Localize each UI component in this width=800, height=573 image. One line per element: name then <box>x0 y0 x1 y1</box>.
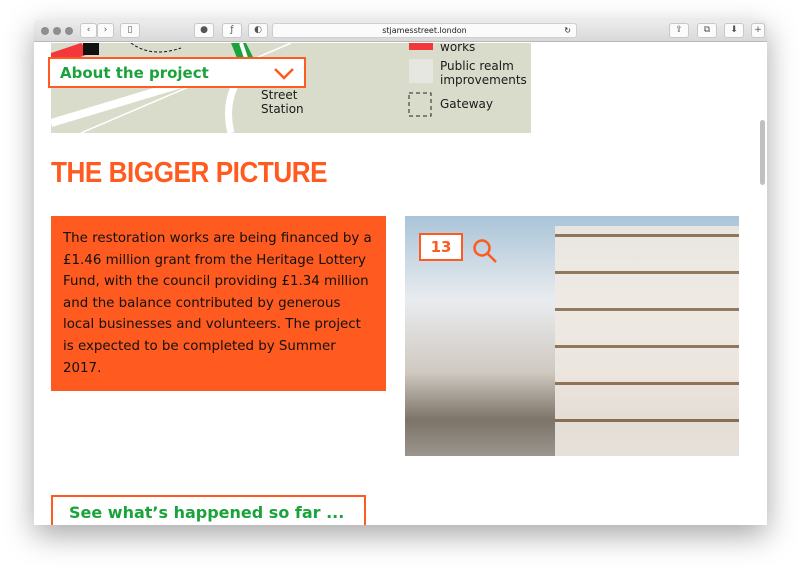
gallery-photo[interactable]: 13 <box>405 216 739 456</box>
zoom-window-button[interactable] <box>65 27 73 35</box>
browser-window: ‹ › ▯ ● ƒ ◐ stjamesstreet.london ↻ ⇪ ⧉ ⬇ … <box>34 20 767 525</box>
see-progress-link[interactable]: See what’s happened so far ... <box>51 495 366 525</box>
page-content: Street Station works Public realm improv… <box>34 43 767 525</box>
chevron-down-icon <box>274 68 294 80</box>
extension-icon[interactable]: ◐ <box>248 23 268 38</box>
section-body: The restoration works are being financed… <box>51 216 386 391</box>
sidebar-icon[interactable]: ▯ <box>120 23 140 38</box>
reload-icon[interactable]: ↻ <box>564 24 571 37</box>
adblock-icon[interactable]: ● <box>194 23 214 38</box>
station-label: Street Station <box>261 88 304 116</box>
download-icon[interactable]: ⬇ <box>724 23 744 38</box>
minimize-window-button[interactable] <box>53 27 61 35</box>
gallery-count-badge[interactable]: 13 <box>414 228 463 261</box>
tabs-icon[interactable]: ⧉ <box>697 23 717 38</box>
legend-public-realm: Public realm improvements <box>440 59 527 87</box>
back-button[interactable]: ‹ <box>80 23 97 38</box>
font-icon[interactable]: ƒ <box>222 23 242 38</box>
close-window-button[interactable] <box>41 27 49 35</box>
legend-gateway: Gateway <box>440 97 494 111</box>
about-label: About the project <box>60 64 209 82</box>
scrollbar[interactable] <box>760 120 765 185</box>
address-bar[interactable]: stjamesstreet.london ↻ <box>272 23 577 38</box>
about-project-dropdown[interactable]: About the project <box>48 57 306 88</box>
browser-toolbar: ‹ › ▯ ● ƒ ◐ stjamesstreet.london ↻ ⇪ ⧉ ⬇ … <box>34 20 767 42</box>
section-title: THE BIGGER PICTURE <box>51 157 328 189</box>
new-tab-button[interactable]: + <box>751 23 765 38</box>
scaffolding-building <box>555 226 739 456</box>
search-icon[interactable] <box>472 238 498 264</box>
legend-works: works <box>440 43 476 54</box>
url-text: stjamesstreet.london <box>382 26 467 35</box>
share-icon[interactable]: ⇪ <box>669 23 689 38</box>
forward-button[interactable]: › <box>97 23 114 38</box>
